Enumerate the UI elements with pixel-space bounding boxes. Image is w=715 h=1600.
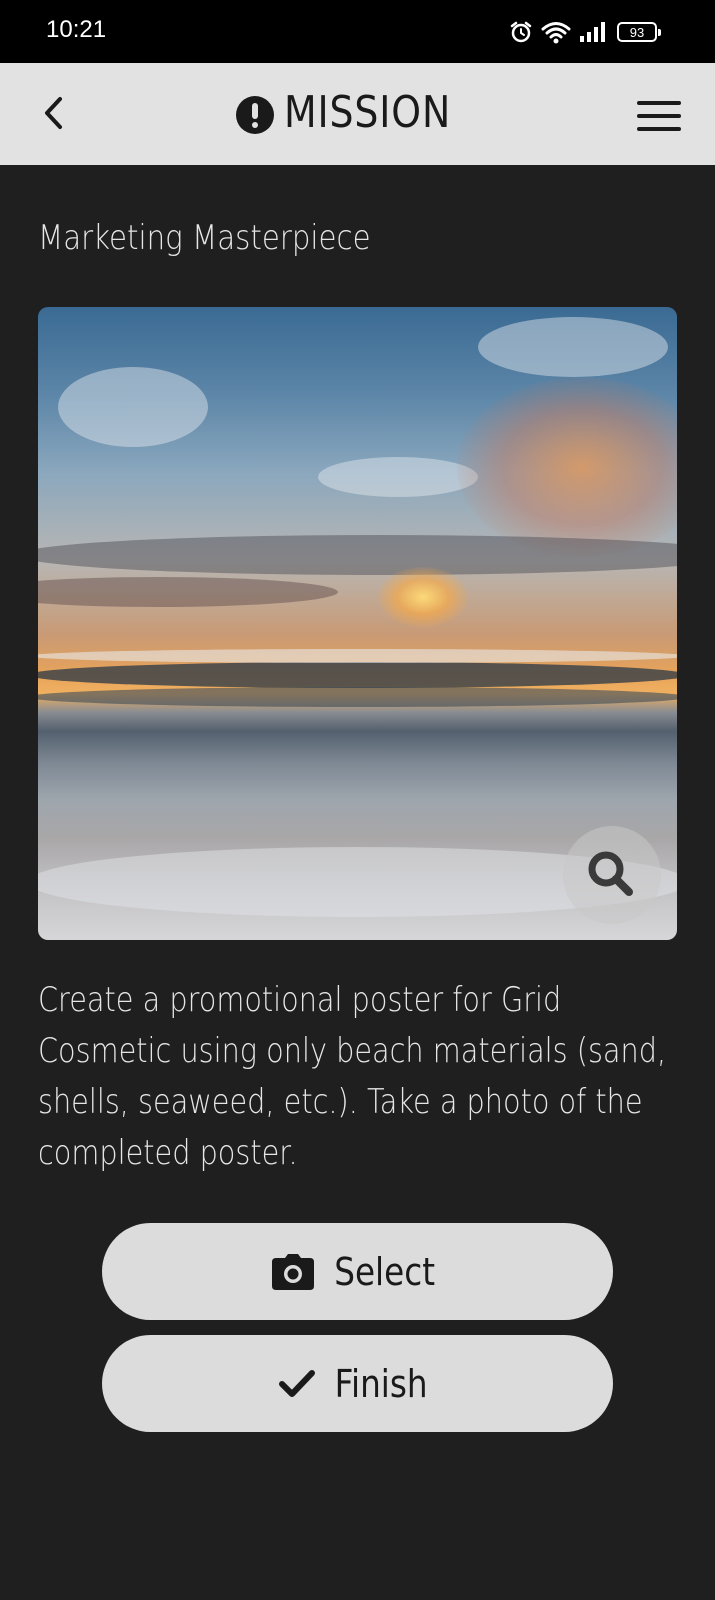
app-header: MISSION (0, 63, 715, 165)
cloud-shape (318, 457, 478, 497)
menu-line-icon (637, 127, 681, 131)
status-time: 10:21 (46, 16, 107, 43)
status-bar: 10:21 93 (0, 0, 715, 63)
cloud-shape (38, 535, 677, 575)
battery-level: 93 (629, 24, 645, 40)
finish-button[interactable]: Finish (102, 1335, 613, 1432)
cloud-shape (38, 577, 338, 607)
zoom-button[interactable] (563, 826, 661, 924)
page-title-group: MISSION (0, 87, 715, 138)
wifi-icon (541, 22, 571, 44)
battery-icon: 93 (617, 22, 661, 42)
menu-line-icon (637, 101, 681, 105)
alarm-icon (510, 21, 532, 43)
camera-icon (271, 1253, 314, 1290)
mission-screen: 10:21 93 MISSION Marketing Masterpiece C… (0, 0, 715, 1600)
page-title: MISSION (284, 87, 452, 138)
status-icons: 93 (509, 18, 661, 46)
wave-shape (38, 662, 677, 688)
cloud-shape (478, 317, 668, 377)
select-button-label: Select (334, 1249, 435, 1294)
menu-line-icon (637, 114, 681, 118)
hamburger-menu-button[interactable] (637, 99, 681, 133)
sun-shape (378, 567, 468, 627)
mission-description: Create a promotional poster for Grid Cos… (38, 980, 667, 1173)
finish-button-label: Finish (334, 1361, 429, 1406)
mission-name: Marketing Masterpiece (38, 218, 371, 258)
exclamation-circle-icon (236, 95, 275, 134)
mission-photo[interactable] (38, 307, 677, 940)
cloud-shape (457, 377, 677, 557)
foam-shape (38, 649, 677, 663)
cloud-shape (58, 367, 208, 447)
wave-shape (38, 687, 677, 707)
check-icon (279, 1369, 316, 1397)
signal-icon (580, 22, 605, 42)
search-icon (588, 851, 633, 896)
select-button[interactable]: Select (102, 1223, 613, 1320)
